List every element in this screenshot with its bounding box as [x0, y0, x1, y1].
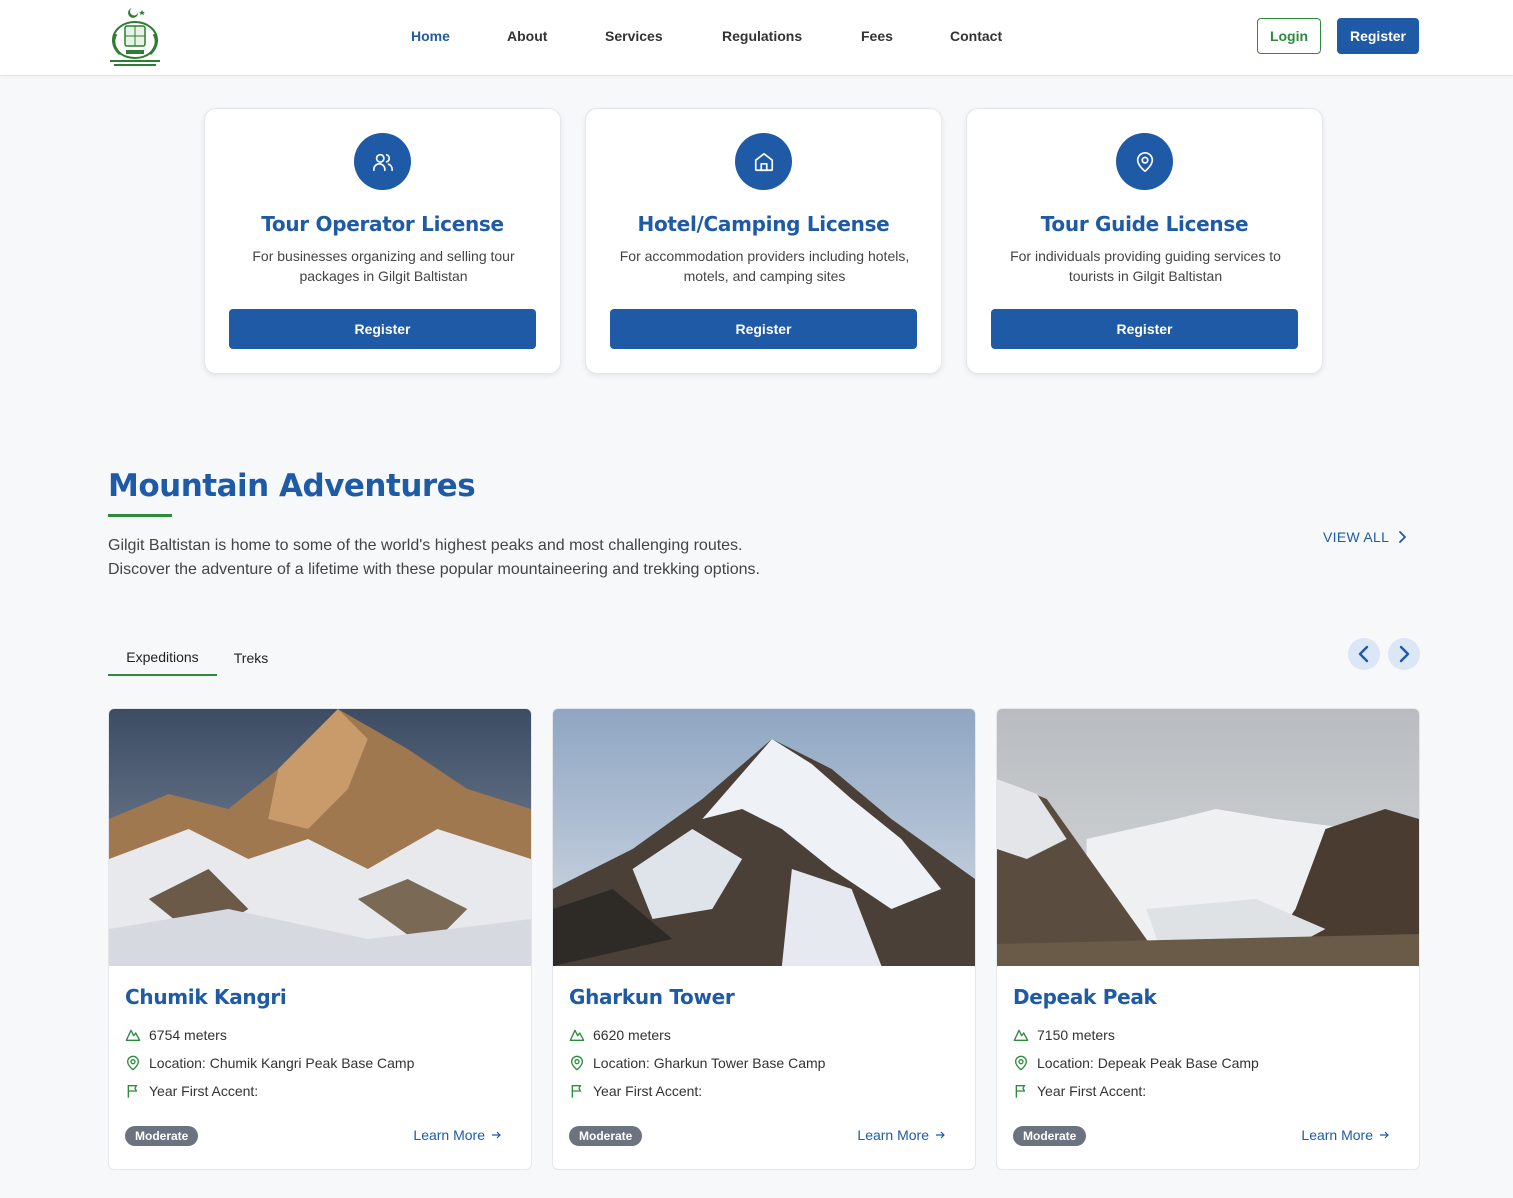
tab-expeditions[interactable]: Expeditions: [108, 640, 217, 676]
nav-regulations[interactable]: Regulations: [722, 28, 802, 44]
site-header: Home About Services Regulations Fees Con…: [0, 0, 1513, 76]
chevron-right-icon: [1399, 645, 1410, 663]
location-text: Location: Chumik Kangri Peak Base Camp: [149, 1055, 415, 1071]
chevron-left-icon: [1358, 645, 1369, 663]
height-text: 6620 meters: [593, 1027, 671, 1043]
mountain-icon: [1013, 1029, 1029, 1041]
flag-icon: [1015, 1085, 1026, 1098]
flag-icon: [571, 1085, 582, 1098]
location-row: Location: Gharkun Tower Base Camp: [569, 1055, 825, 1071]
mountain-name: Chumik Kangri: [125, 985, 287, 1009]
license-card-hotel-camping: Hotel/Camping License For accommodation …: [585, 108, 942, 374]
map-pin-icon: [126, 1055, 140, 1071]
location-text: Location: Gharkun Tower Base Camp: [593, 1055, 826, 1071]
height-text: 7150 meters: [1037, 1027, 1115, 1043]
license-description: For accommodation providers including ho…: [619, 248, 910, 284]
nav-home[interactable]: Home: [411, 28, 450, 44]
license-card-tour-operator: Tour Operator License For businesses org…: [204, 108, 561, 374]
arrow-right-icon: [1380, 1131, 1389, 1139]
login-button[interactable]: Login: [1257, 18, 1321, 54]
difficulty-badge: Moderate: [569, 1126, 643, 1146]
height-text: 6754 meters: [149, 1027, 227, 1043]
nav-contact[interactable]: Contact: [950, 28, 1002, 44]
location-row: Location: Depeak Peak Base Camp: [1013, 1055, 1259, 1071]
register-hotel-camping-button[interactable]: Register: [610, 309, 917, 349]
users-icon: [354, 133, 411, 190]
mountain-icon: [569, 1029, 585, 1041]
arrow-right-icon: [936, 1131, 945, 1139]
mountain-image: [109, 709, 531, 966]
mountain-card[interactable]: Gharkun Tower 6620 meters Location: Ghar…: [552, 708, 976, 1170]
mountain-name: Gharkun Tower: [569, 985, 735, 1009]
first-ascent-text: Year First Accent:: [149, 1083, 259, 1099]
mountain-name: Depeak Peak: [1013, 985, 1157, 1009]
license-description: For individuals providing guiding servic…: [1010, 248, 1281, 284]
mountain-image: [997, 709, 1419, 966]
license-card-tour-guide: Tour Guide License For individuals provi…: [966, 108, 1323, 374]
map-pin-icon: [1014, 1055, 1028, 1071]
register-tour-guide-button[interactable]: Register: [991, 309, 1298, 349]
mountain-image: [553, 709, 975, 966]
mountain-card[interactable]: Chumik Kangri 6754 meters Location: Chum…: [108, 708, 532, 1170]
carousel-prev-button[interactable]: [1348, 638, 1380, 670]
difficulty-badge: Moderate: [125, 1126, 199, 1146]
learn-more-label: Learn More: [857, 1127, 929, 1143]
map-pin-icon: [570, 1055, 584, 1071]
learn-more-link[interactable]: Learn More: [857, 1127, 945, 1143]
flag-icon: [127, 1085, 138, 1098]
location-text: Location: Depeak Peak Base Camp: [1037, 1055, 1259, 1071]
first-ascent-text: Year First Accent:: [1037, 1083, 1147, 1099]
first-ascent-row: Year First Accent:: [125, 1083, 258, 1099]
mountain-card[interactable]: Depeak Peak 7150 meters Location: Depeak…: [996, 708, 1420, 1170]
location-row: Location: Chumik Kangri Peak Base Camp: [125, 1055, 414, 1071]
home-icon: [735, 133, 792, 190]
first-ascent-text: Year First Accent:: [593, 1083, 703, 1099]
view-all-link[interactable]: VIEW ALL: [1323, 529, 1407, 545]
license-description: For businesses organizing and selling to…: [252, 248, 515, 284]
height-row: 6620 meters: [569, 1027, 671, 1043]
license-title: Tour Guide License: [1040, 212, 1249, 236]
height-row: 7150 meters: [1013, 1027, 1115, 1043]
difficulty-badge: Moderate: [1013, 1126, 1087, 1146]
register-tour-operator-button[interactable]: Register: [229, 309, 536, 349]
learn-more-label: Learn More: [1301, 1127, 1373, 1143]
carousel-next-button[interactable]: [1388, 638, 1420, 670]
height-row: 6754 meters: [125, 1027, 227, 1043]
map-pin-icon: [1116, 133, 1173, 190]
license-title: Tour Operator License: [261, 212, 504, 236]
title-underline: [108, 514, 172, 517]
register-button[interactable]: Register: [1337, 18, 1419, 54]
mountain-icon: [125, 1029, 141, 1041]
first-ascent-row: Year First Accent:: [1013, 1083, 1146, 1099]
section-description: Gilgit Baltistan is home to some of the …: [108, 537, 760, 578]
chevron-right-icon: [1399, 531, 1407, 543]
first-ascent-row: Year First Accent:: [569, 1083, 702, 1099]
learn-more-link[interactable]: Learn More: [413, 1127, 501, 1143]
tab-treks[interactable]: Treks: [217, 640, 285, 676]
nav-about[interactable]: About: [507, 28, 547, 44]
license-title: Hotel/Camping License: [637, 212, 890, 236]
nav-services[interactable]: Services: [605, 28, 663, 44]
arrow-right-icon: [492, 1131, 501, 1139]
nav-fees[interactable]: Fees: [861, 28, 893, 44]
learn-more-link[interactable]: Learn More: [1301, 1127, 1389, 1143]
learn-more-label: Learn More: [413, 1127, 485, 1143]
section-title: Mountain Adventures: [108, 468, 476, 504]
government-logo[interactable]: [106, 4, 164, 70]
view-all-label: VIEW ALL: [1323, 529, 1390, 545]
